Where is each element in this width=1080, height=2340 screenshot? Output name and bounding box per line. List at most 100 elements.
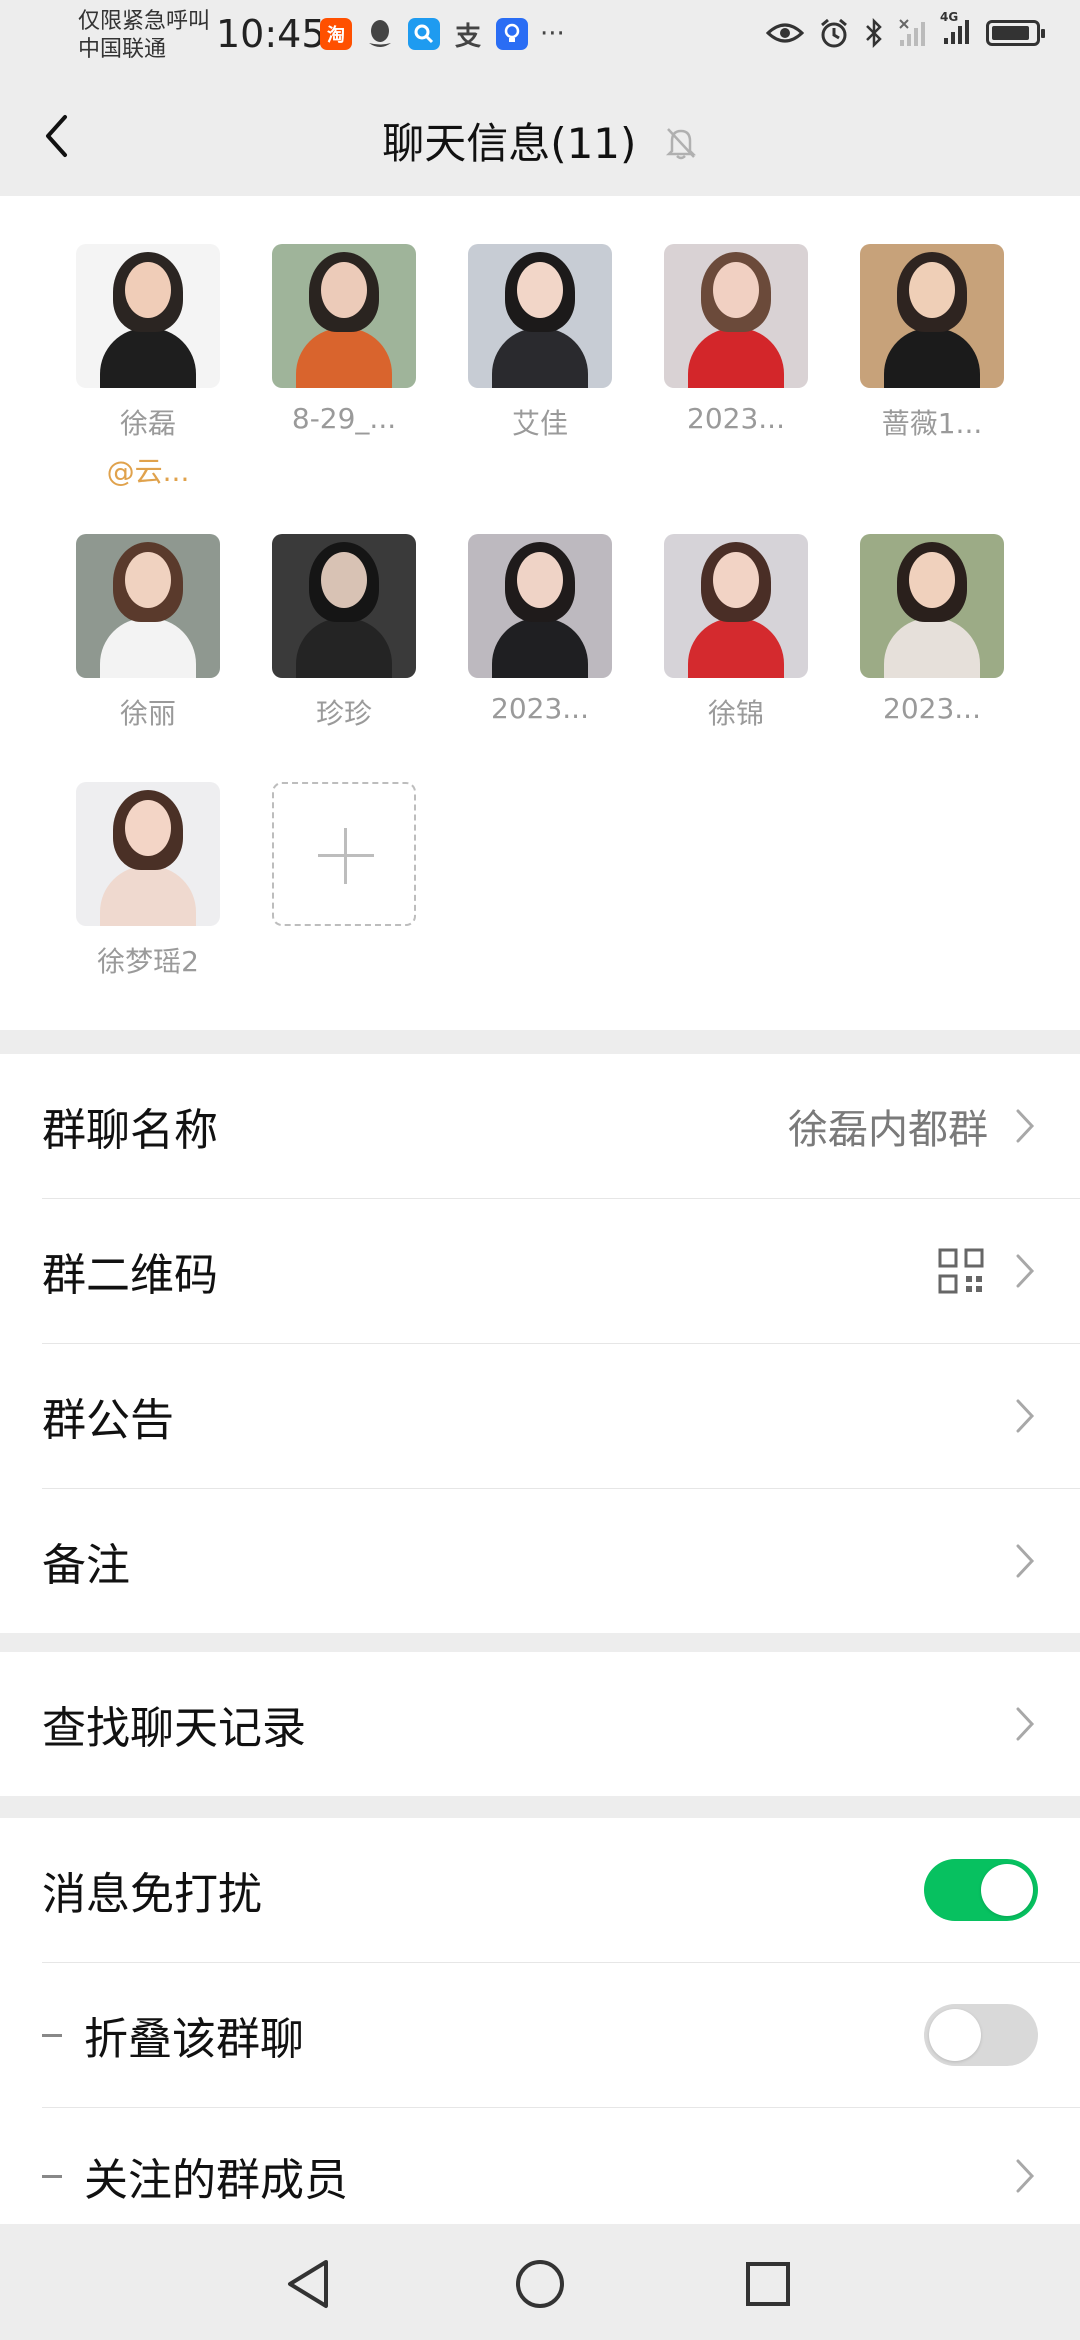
group-qr-row[interactable]: 群二维码 [42, 1199, 1080, 1344]
member-item[interactable]: 8-29_... [264, 244, 424, 435]
chevron-right-icon [1016, 1399, 1035, 1433]
chevron-right-icon [1016, 1254, 1035, 1288]
member-item[interactable]: 徐锦 [656, 534, 816, 732]
alarm-icon [821, 18, 847, 48]
alipay-icon: 支 [454, 21, 481, 52]
fold-chat-label: 折叠该群聊 [84, 2014, 304, 2065]
group-qr-label: 群二维码 [42, 1250, 218, 1301]
status-bar: 仅限紧急呼叫 中国联通 10:45 淘 支 ··· 4G [0, 0, 1080, 76]
chevron-right-icon [1016, 1544, 1035, 1578]
more-notifications-icon: ··· [540, 19, 565, 49]
member-avatar [664, 244, 808, 388]
sub-item-dash [42, 2033, 62, 2037]
search-app-icon [408, 18, 440, 50]
member-grid: 徐磊 @云... 8-29_... 艾佳 2023... 蔷薇1... 徐丽 珍珍 2023..… [0, 196, 1080, 1030]
member-name: 徐梦瑶2 [97, 945, 199, 978]
member-avatar [76, 534, 220, 678]
member-avatar [76, 782, 220, 926]
member-avatar [272, 534, 416, 678]
carrier-name: 中国联通 [78, 37, 167, 62]
member-name: 徐锦 [707, 697, 764, 730]
group-name-label: 群聊名称 [42, 1105, 218, 1156]
member-name: 2023... [687, 402, 785, 435]
carrier-info: 仅限紧急呼叫 中国联通 [78, 8, 210, 64]
member-avatar [468, 534, 612, 678]
plus-icon [272, 782, 416, 926]
circle-home-icon [516, 2260, 564, 2308]
system-indicators: 4G [766, 10, 1045, 50]
notification-section: 消息免打扰 折叠该群聊 关注的群成员 [0, 1818, 1080, 2244]
muted-bell-icon [664, 122, 698, 171]
search-history-row[interactable]: 查找聊天记录 [42, 1652, 1080, 1796]
toggle-knob [981, 1864, 1033, 1916]
signal-4g-icon: 4G [940, 10, 972, 50]
member-avatar [860, 244, 1004, 388]
sub-item-dash [42, 2174, 62, 2178]
member-item[interactable]: 徐梦瑶2 [68, 782, 228, 980]
taobao-icon: 淘 [320, 18, 352, 50]
square-recents-icon [746, 2262, 790, 2306]
member-name: 2023... [883, 692, 981, 725]
fold-chat-toggle[interactable] [924, 2004, 1038, 2066]
member-item[interactable]: 蔷薇1... [852, 244, 1012, 442]
mute-label: 消息免打扰 [42, 1869, 262, 1920]
bluetooth-icon [866, 17, 882, 49]
member-name: 徐磊 [119, 407, 176, 440]
member-item[interactable]: 2023... [460, 534, 620, 725]
status-time: 10:45 [216, 12, 326, 56]
member-item[interactable]: 徐磊 @云... [68, 244, 228, 490]
chevron-right-icon [1016, 2159, 1035, 2193]
add-member-button[interactable] [264, 782, 424, 926]
nav-recents-button[interactable] [738, 2254, 798, 2314]
member-name: 徐丽 [119, 697, 176, 730]
page-title-wrap: 聊天信息(11) [0, 110, 1080, 171]
carrier-emergency-text: 仅限紧急呼叫 [78, 9, 211, 34]
chevron-right-icon [1016, 1707, 1035, 1741]
group-name-value: 徐磊内都群 [788, 1107, 988, 1153]
member-avatar [468, 244, 612, 388]
member-mention-tag: @云... [106, 455, 190, 488]
member-name: 8-29_... [291, 402, 397, 435]
page-title: 聊天信息(11) [382, 119, 637, 168]
nav-back-button[interactable] [278, 2254, 338, 2314]
group-remark-label: 备注 [42, 1540, 130, 1591]
member-item[interactable]: 艾佳 [460, 244, 620, 442]
chevron-right-icon [1016, 1109, 1035, 1143]
member-item[interactable]: 2023... [852, 534, 1012, 725]
bulb-app-icon [496, 18, 528, 50]
fold-chat-row: 折叠该群聊 [42, 1963, 1080, 2108]
member-item[interactable]: 徐丽 [68, 534, 228, 732]
triangle-back-icon [288, 2260, 328, 2308]
search-history-label: 查找聊天记录 [42, 1703, 306, 1754]
member-avatar [860, 534, 1004, 678]
toggle-knob [929, 2009, 981, 2061]
member-item[interactable]: 2023... [656, 244, 816, 435]
system-nav-bar [0, 2224, 1080, 2340]
qr-code-icon [938, 1248, 984, 1294]
qq-icon [364, 18, 396, 50]
mute-row: 消息免打扰 [42, 1818, 1080, 1963]
member-avatar [272, 244, 416, 388]
member-avatar [664, 534, 808, 678]
battery-icon [986, 20, 1045, 46]
network-type-label: 4G [940, 10, 959, 24]
eye-comfort-icon [766, 23, 804, 43]
member-name: 珍珍 [315, 697, 372, 730]
starred-members-label: 关注的群成员 [84, 2155, 348, 2206]
nav-bar: 聊天信息(11) [0, 76, 1080, 196]
member-name: 2023... [491, 692, 589, 725]
member-name: 蔷薇1... [881, 407, 983, 440]
signal-sim1-icon [899, 19, 925, 46]
group-announcement-row[interactable]: 群公告 [42, 1344, 1080, 1489]
mute-toggle[interactable] [924, 1859, 1038, 1921]
group-remark-row[interactable]: 备注 [42, 1489, 1080, 1633]
nav-home-button[interactable] [510, 2254, 570, 2314]
search-history-section: 查找聊天记录 [0, 1652, 1080, 1796]
member-name: 艾佳 [511, 407, 568, 440]
notification-icons: 淘 支 ··· [320, 18, 565, 52]
group-name-row[interactable]: 群聊名称 徐磊内都群 [42, 1054, 1080, 1199]
member-avatar [76, 244, 220, 388]
member-item[interactable]: 珍珍 [264, 534, 424, 732]
group-announcement-label: 群公告 [42, 1395, 174, 1446]
group-info-section: 群聊名称 徐磊内都群 群二维码 群公告 备注 [0, 1054, 1080, 1633]
